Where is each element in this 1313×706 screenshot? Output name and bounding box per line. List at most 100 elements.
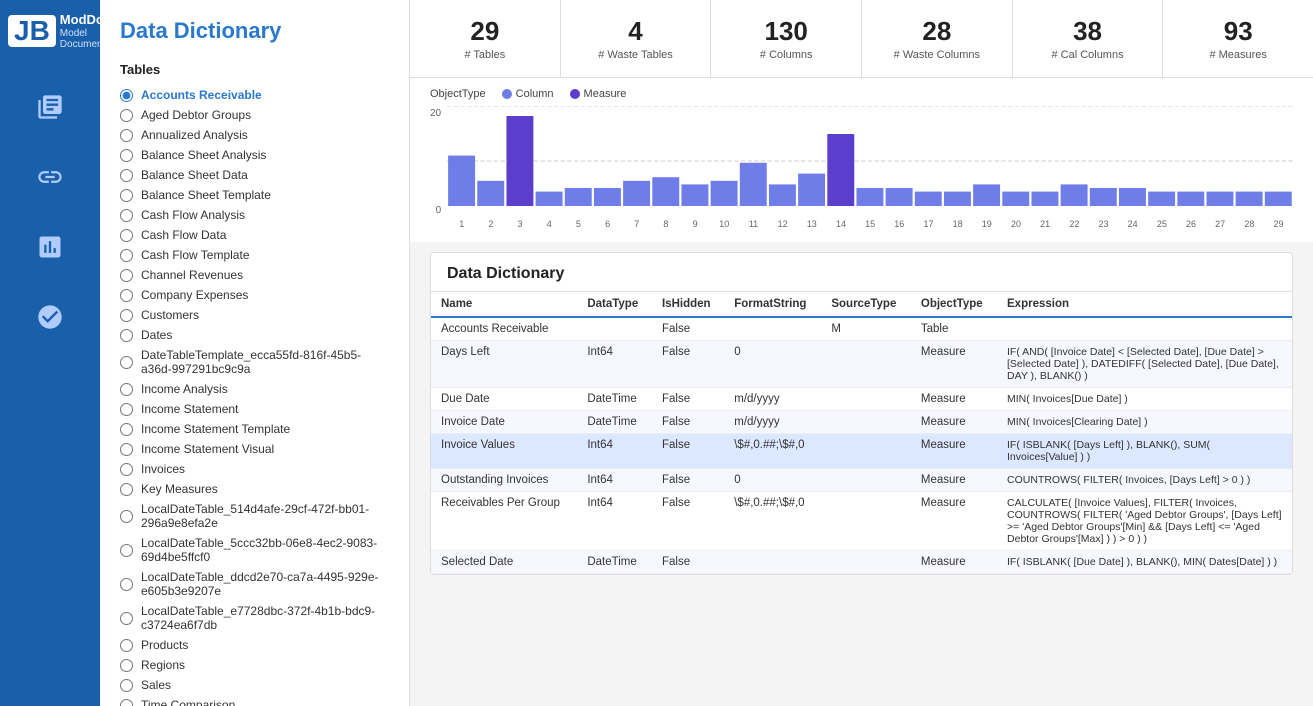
x-axis-label: 14	[826, 219, 855, 229]
table-cell: COUNTROWS( FILTER( Invoices, [Days Left]…	[997, 469, 1292, 492]
x-axis-label: 16	[885, 219, 914, 229]
x-axis-label: 8	[651, 219, 680, 229]
table-list-item[interactable]: Dates	[120, 325, 389, 345]
table-cell	[724, 317, 821, 341]
table-cell: M	[821, 317, 911, 341]
table-cell: False	[652, 317, 724, 341]
nav-icon-link[interactable]	[20, 152, 80, 202]
table-list-item[interactable]: Aged Debtor Groups	[120, 105, 389, 125]
table-list-item[interactable]: Income Statement	[120, 399, 389, 419]
table-list-item[interactable]: Balance Sheet Analysis	[120, 145, 389, 165]
table-list-item[interactable]: Sales	[120, 675, 389, 695]
table-row[interactable]: Outstanding InvoicesInt64False0MeasureCO…	[431, 469, 1292, 492]
table-cell: False	[652, 434, 724, 469]
nav-icon-chart[interactable]	[20, 222, 80, 272]
stat-card: 93# Measures	[1163, 0, 1313, 77]
table-list-item[interactable]: Cash Flow Data	[120, 225, 389, 245]
stat-label: # Waste Columns	[894, 49, 980, 61]
table-cell	[821, 551, 911, 574]
table-row[interactable]: Selected DateDateTimeFalseMeasureIF( ISB…	[431, 551, 1292, 574]
table-list-item[interactable]: Income Statement Template	[120, 419, 389, 439]
x-axis-label: 26	[1176, 219, 1205, 229]
sidebar-title: Data Dictionary	[100, 0, 409, 54]
table-list-item[interactable]: Customers	[120, 305, 389, 325]
table-cell: Measure	[911, 388, 997, 411]
table-cell: Int64	[577, 469, 652, 492]
table-cell: Measure	[911, 411, 997, 434]
table-list-item[interactable]: Accounts Receivable	[120, 85, 389, 105]
column-dot	[502, 89, 512, 99]
table-cell: Measure	[911, 341, 997, 388]
data-dictionary-table: NameDataTypeIsHiddenFormatStringSourceTy…	[431, 292, 1292, 574]
main-content: 29# Tables4# Waste Tables130# Columns28#…	[410, 0, 1313, 706]
table-cell: m/d/yyyy	[724, 411, 821, 434]
stat-label: # Waste Tables	[598, 49, 673, 61]
x-axis-label: 19	[972, 219, 1001, 229]
legend-measure-label: Measure	[584, 88, 627, 100]
table-cell: False	[652, 341, 724, 388]
table-row[interactable]: Accounts Receivable False MTable	[431, 317, 1292, 341]
table-list-item[interactable]: Invoices	[120, 459, 389, 479]
table-list-item[interactable]: LocalDateTable_e7728dbc-372f-4b1b-bdc9-c…	[120, 601, 389, 635]
x-axis-label: 29	[1264, 219, 1293, 229]
table-cell	[577, 317, 652, 341]
table-cell: Invoice Values	[431, 434, 577, 469]
table-row[interactable]: Invoice DateDateTimeFalsem/d/yyyyMeasure…	[431, 411, 1292, 434]
table-list-item[interactable]: Income Statement Visual	[120, 439, 389, 459]
x-axis-label: 22	[1060, 219, 1089, 229]
table-cell	[821, 469, 911, 492]
stat-card: 28# Waste Columns	[862, 0, 1013, 77]
table-list-item[interactable]: LocalDateTable_5ccc32bb-06e8-4ec2-9083-6…	[120, 533, 389, 567]
table-list-item[interactable]: Time Comparison	[120, 695, 389, 706]
table-list-item[interactable]: Income Analysis	[120, 379, 389, 399]
table-list-item[interactable]: Products	[120, 635, 389, 655]
table-list-item[interactable]: Balance Sheet Data	[120, 165, 389, 185]
stat-number: 93	[1171, 16, 1305, 47]
table-list-item[interactable]: LocalDateTable_ddcd2e70-ca7a-4495-929e-e…	[120, 567, 389, 601]
table-list-item[interactable]: Balance Sheet Template	[120, 185, 389, 205]
table-cell: 0	[724, 469, 821, 492]
x-axis-label: 27	[1206, 219, 1235, 229]
table-list-item[interactable]: LocalDateTable_514d4afe-29cf-472f-bb01-2…	[120, 499, 389, 533]
x-axis-label: 2	[476, 219, 505, 229]
table-list-item[interactable]: Annualized Analysis	[120, 125, 389, 145]
table-column-header: SourceType	[821, 292, 911, 317]
data-table-container: Data Dictionary NameDataTypeIsHiddenForm…	[430, 252, 1293, 575]
table-list-item[interactable]: Cash Flow Analysis	[120, 205, 389, 225]
table-row[interactable]: Days LeftInt64False0MeasureIF( AND( [Inv…	[431, 341, 1292, 388]
legend-measure: Measure	[570, 88, 627, 100]
table-cell: False	[652, 388, 724, 411]
x-axis-label: 3	[505, 219, 534, 229]
data-table-title: Data Dictionary	[431, 253, 1292, 292]
table-cell: Table	[911, 317, 997, 341]
table-cell: Accounts Receivable	[431, 317, 577, 341]
table-list-item[interactable]: Regions	[120, 655, 389, 675]
table-row[interactable]: Due DateDateTimeFalsem/d/yyyyMeasureMIN(…	[431, 388, 1292, 411]
table-list-item[interactable]: Company Expenses	[120, 285, 389, 305]
table-list-item[interactable]: DateTableTemplate_ecca55fd-816f-45b5-a36…	[120, 345, 389, 379]
x-axis-label: 12	[768, 219, 797, 229]
table-cell: 0	[724, 341, 821, 388]
stat-card: 130# Columns	[711, 0, 862, 77]
table-cell: Receivables Per Group	[431, 492, 577, 551]
measure-dot	[570, 89, 580, 99]
table-list-item[interactable]: Key Measures	[120, 479, 389, 499]
stat-number: 130	[719, 16, 853, 47]
table-cell: DateTime	[577, 388, 652, 411]
table-cell: Int64	[577, 434, 652, 469]
x-axis-label: 7	[622, 219, 651, 229]
table-cell: DateTime	[577, 551, 652, 574]
table-list: Accounts ReceivableAged Debtor GroupsAnn…	[100, 81, 409, 706]
table-list-item[interactable]: Cash Flow Template	[120, 245, 389, 265]
table-row[interactable]: Invoice ValuesInt64False\$#,0.##;\$#,0Me…	[431, 434, 1292, 469]
nav-icon-books[interactable]	[20, 82, 80, 132]
table-cell: Int64	[577, 492, 652, 551]
x-axis-label: 18	[943, 219, 972, 229]
table-cell: IF( ISBLANK( [Days Left] ), BLANK(), SUM…	[997, 434, 1292, 469]
table-row[interactable]: Receivables Per GroupInt64False\$#,0.##;…	[431, 492, 1292, 551]
table-cell: Int64	[577, 341, 652, 388]
table-cell: Days Left	[431, 341, 577, 388]
table-cell: Measure	[911, 434, 997, 469]
nav-icon-network[interactable]	[20, 292, 80, 342]
table-list-item[interactable]: Channel Revenues	[120, 265, 389, 285]
